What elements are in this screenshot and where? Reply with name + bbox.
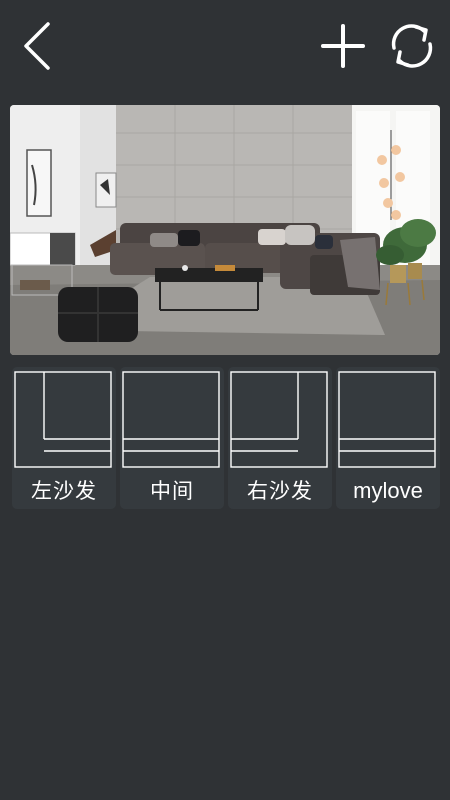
- option-middle[interactable]: 中间: [120, 367, 224, 509]
- option-label: 左沙发: [31, 479, 97, 503]
- refresh-icon[interactable]: [384, 18, 440, 74]
- option-left-sofa[interactable]: 左沙发: [12, 367, 116, 509]
- left-sofa-layout-icon: [14, 371, 112, 468]
- middle-sofa-layout-icon: [122, 371, 220, 468]
- back-icon[interactable]: [18, 20, 58, 72]
- option-mylove[interactable]: mylove: [336, 367, 440, 509]
- top-bar: [0, 0, 450, 92]
- option-right-sofa[interactable]: 右沙发: [228, 367, 332, 509]
- option-label: mylove: [353, 478, 423, 503]
- mylove-layout-icon: [338, 371, 436, 468]
- room-preview-image: [10, 105, 440, 355]
- option-label: 中间: [150, 479, 194, 503]
- option-label: 右沙发: [247, 479, 313, 503]
- right-sofa-layout-icon: [230, 371, 328, 468]
- sofa-layout-options: 左沙发 中间 右沙发 mylove: [12, 367, 440, 509]
- add-icon[interactable]: [318, 20, 368, 72]
